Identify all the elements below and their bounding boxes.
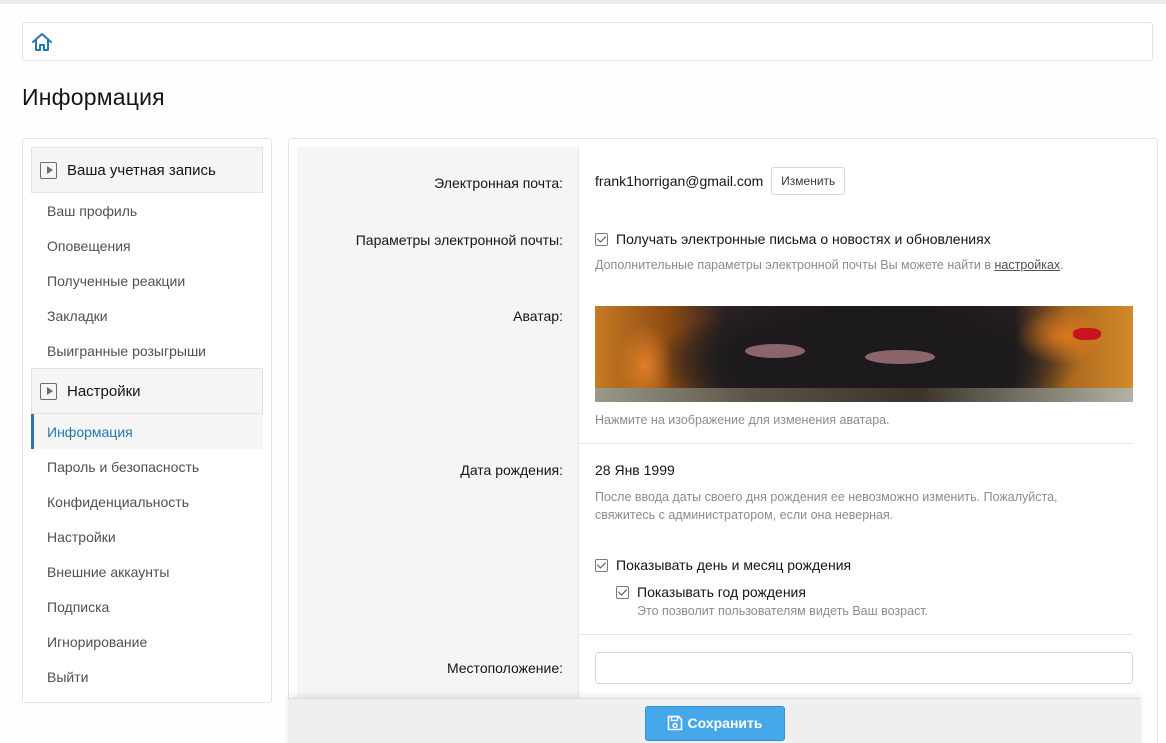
sidebar-section-label: Настройки [67, 382, 141, 400]
show-year-row: Показывать год рождения [616, 584, 806, 600]
show-year-label: Показывать год рождения [637, 584, 806, 600]
breadcrumb [22, 22, 1153, 61]
sidebar-item-alerts[interactable]: Оповещения [31, 228, 263, 263]
birthday-hint-line: После ввода даты своего дня рождения ее … [595, 490, 1058, 504]
email-options-row: Получать электронные письма о новостях и… [595, 231, 991, 247]
sidebar-item-preferences[interactable]: Настройки [31, 519, 263, 554]
sidebar-item-security[interactable]: Пароль и безопасность [31, 449, 263, 484]
email-value: frank1horrigan@gmail.com [595, 173, 764, 189]
show-day-month-label: Показывать день и месяц рождения [616, 557, 852, 573]
receive-news-checkbox[interactable] [595, 232, 608, 246]
home-icon[interactable] [31, 31, 53, 53]
receive-news-label: Получать электронные письма о новостях и… [616, 231, 991, 247]
birthday-hint-line: свяжитесь с администратором, если она не… [595, 508, 894, 522]
avatar-image[interactable] [595, 306, 1133, 402]
birthday-value: 28 Янв 1999 [595, 462, 675, 478]
sidebar-item-privacy[interactable]: Конфиденциальность [31, 484, 263, 519]
sidebar-item-giveaways[interactable]: Выигранные розыгрыши [31, 333, 263, 368]
save-button-label: Сохранить [687, 715, 763, 731]
email-options-hint-suffix: . [1060, 258, 1064, 272]
birthday-hint: После ввода даты своего дня рождения ее … [595, 488, 1135, 524]
sidebar-section-account[interactable]: Ваша учетная запись [31, 147, 263, 193]
save-icon [667, 715, 683, 731]
sidebar-section-settings[interactable]: Настройки [31, 368, 263, 414]
show-day-month-row: Показывать день и месяц рождения [595, 557, 851, 573]
sidebar-item-logout[interactable]: Выйти [31, 659, 263, 694]
sidebar-item-ignoring[interactable]: Игнорирование [31, 624, 263, 659]
sidebar-item-connected-accounts[interactable]: Внешние аккаунты [31, 554, 263, 589]
expand-icon [40, 161, 57, 179]
show-year-checkbox[interactable] [616, 585, 629, 599]
sidebar-item-subscription[interactable]: Подписка [31, 589, 263, 624]
email-row: frank1horrigan@gmail.com Изменить [595, 167, 846, 195]
birthday-label: Дата рождения: [460, 462, 563, 478]
location-label: Местоположение: [446, 660, 563, 676]
divider [579, 443, 1133, 444]
divider [579, 634, 1133, 635]
form-footer: Сохранить [288, 698, 1141, 743]
change-email-button[interactable]: Изменить [771, 167, 846, 195]
page-title: Информация [22, 84, 165, 110]
avatar-detail [745, 344, 805, 358]
show-year-hint: Это позволит пользователям видеть Ваш во… [637, 604, 929, 618]
email-options-hint: Дополнительные параметры электронной поч… [595, 256, 1064, 274]
account-details-form: Электронная почта: frank1horrigan@gmail.… [288, 138, 1158, 743]
email-options-hint-text: Дополнительные параметры электронной поч… [595, 258, 995, 272]
save-button[interactable]: Сохранить [644, 705, 785, 741]
show-day-month-checkbox[interactable] [595, 558, 608, 572]
avatar-hint: Нажмите на изображение для изменения ава… [595, 413, 890, 427]
email-label: Электронная почта: [434, 175, 563, 191]
location-input[interactable] [595, 652, 1133, 684]
email-options-label: Параметры электронной почты: [355, 232, 563, 248]
settings-link[interactable]: настройках [995, 258, 1061, 272]
sidebar-section-label: Ваша учетная запись [67, 161, 216, 179]
sidebar: Ваша учетная запись Ваш профиль Оповещен… [22, 138, 272, 703]
avatar-label: Аватар: [513, 308, 563, 324]
avatar-detail [1073, 328, 1101, 340]
expand-icon [40, 382, 57, 400]
sidebar-item-bookmarks[interactable]: Закладки [31, 298, 263, 333]
avatar-detail [595, 388, 1133, 402]
sidebar-item-reactions[interactable]: Полученные реакции [31, 263, 263, 298]
sidebar-item-info[interactable]: Информация [31, 414, 263, 449]
avatar-detail [865, 350, 935, 364]
sidebar-item-profile[interactable]: Ваш профиль [31, 193, 263, 228]
